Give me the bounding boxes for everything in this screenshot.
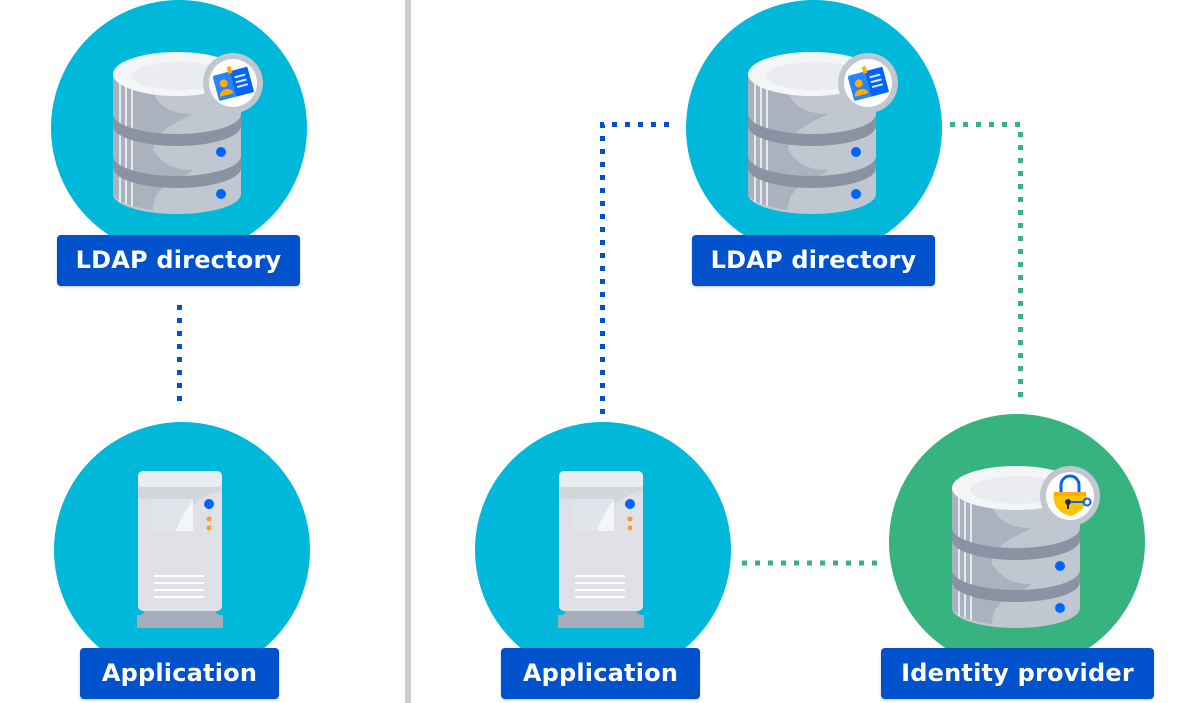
server-icon (137, 471, 223, 628)
right-app-label: Application (501, 648, 700, 699)
left-ldap-label: LDAP directory (57, 235, 300, 286)
server-icon (558, 471, 644, 628)
link-right-ldap-to-idp (950, 122, 1023, 402)
padlock-icon (1040, 466, 1102, 528)
right-ldap-label: LDAP directory (692, 235, 935, 286)
link-right-app-to-ldap (600, 122, 672, 414)
idp-label: Identity provider (881, 648, 1154, 699)
id-card-icon (838, 53, 898, 113)
id-card-icon (203, 53, 263, 113)
left-app-label: Application (80, 648, 279, 699)
